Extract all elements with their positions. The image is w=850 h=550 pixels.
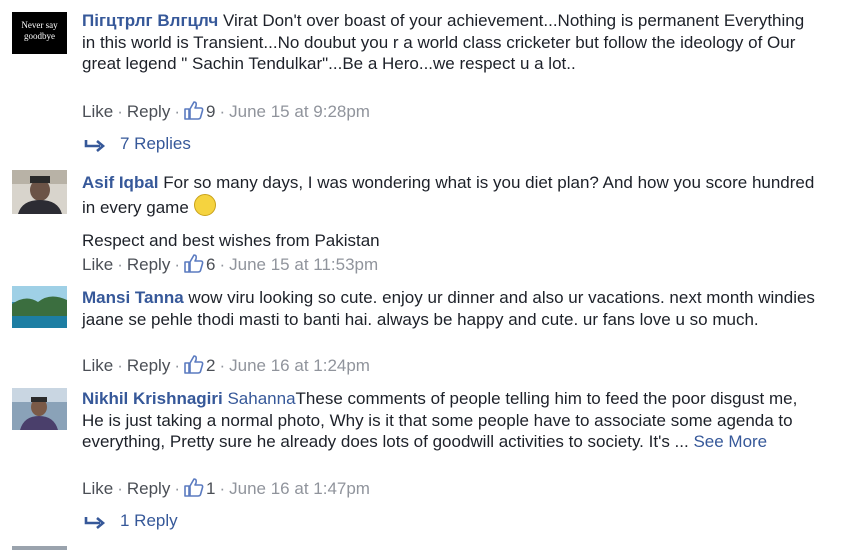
comment-timestamp[interactable]: June 16 at 1:47pm [229, 479, 370, 498]
avatar[interactable] [12, 286, 67, 328]
comment-actions: Like · Reply · 1 · June 16 at 1:47pm [82, 478, 370, 499]
comment-body: Пігцтрлг Влгцлч Virat Don't over boast o… [82, 10, 820, 75]
like-link[interactable]: Like [82, 356, 113, 375]
replies-count: 7 Replies [120, 134, 191, 153]
avatar-text-2: goodbye [24, 31, 55, 41]
thumbs-up-icon[interactable] [184, 478, 204, 497]
thumbs-up-icon[interactable] [184, 254, 204, 273]
avatar[interactable] [12, 388, 67, 430]
separator-dot: · [219, 356, 226, 375]
comment-body: Mansi Tanna wow viru looking so cute. en… [82, 287, 820, 330]
smile-emoji: 🙂 [193, 193, 216, 216]
reply-link[interactable]: Reply [127, 356, 170, 375]
reply-arrow-icon [84, 140, 106, 152]
comment-text: For so many days, I was wondering what i… [82, 173, 815, 217]
separator-dot: · [174, 102, 180, 121]
avatar[interactable]: Never say goodbye [12, 12, 67, 54]
comment-actions: Like · Reply · 6 · June 15 at 11:53pm [82, 254, 378, 275]
avatar[interactable] [12, 170, 67, 214]
separator-dot: · [219, 102, 226, 121]
avatar[interactable] [12, 546, 67, 550]
comment-text: wow viru looking so cute. enjoy ur dinne… [82, 288, 815, 329]
comment-author[interactable]: Пігцтрлг Влгцлч [82, 11, 218, 30]
like-link[interactable]: Like [82, 479, 113, 498]
comment-author[interactable]: Mansi Tanna [82, 288, 184, 307]
separator-dot: · [219, 255, 226, 274]
separator-dot: · [174, 255, 180, 274]
reply-link[interactable]: Reply [127, 479, 170, 498]
separator-dot: · [174, 479, 180, 498]
separator-dot: · [219, 479, 226, 498]
like-count[interactable]: 2 [206, 356, 215, 375]
separator-dot: · [174, 356, 180, 375]
avatar-photo [12, 286, 67, 328]
comment-actions: Like · Reply · 9 · June 15 at 9:28pm [82, 101, 370, 122]
avatar-photo [12, 170, 67, 214]
see-more-link[interactable]: See More [693, 432, 767, 451]
avatar-text-1: Never say [21, 20, 58, 30]
comment-timestamp[interactable]: June 16 at 1:24pm [229, 356, 370, 375]
comment-author[interactable]: Nikhil Krishnagiri [82, 389, 223, 408]
reply-link[interactable]: Reply [127, 255, 170, 274]
reply-arrow-icon [84, 517, 106, 529]
avatar-photo [12, 388, 67, 430]
like-link[interactable]: Like [82, 102, 113, 121]
separator-dot: · [117, 356, 123, 375]
replies-count: 1 Reply [120, 511, 178, 530]
like-count[interactable]: 9 [206, 102, 215, 121]
separator-dot: · [117, 102, 123, 121]
separator-dot: · [117, 479, 123, 498]
comment-actions: Like · Reply · 2 · June 16 at 1:24pm [82, 355, 370, 376]
reply-link[interactable]: Reply [127, 102, 170, 121]
view-replies-link[interactable]: 1 Reply [84, 511, 178, 531]
view-replies-link[interactable]: 7 Replies [84, 134, 191, 154]
comment-body: Asif Iqbal For so many days, I was wonde… [82, 172, 820, 252]
comment-author[interactable]: Asif Iqbal [82, 173, 159, 192]
like-count[interactable]: 6 [206, 255, 215, 274]
separator-dot: · [117, 255, 123, 274]
comment-body: Nikhil Krishnagiri SahannaThese comments… [82, 388, 820, 453]
thumbs-up-icon[interactable] [184, 101, 204, 120]
like-link[interactable]: Like [82, 255, 113, 274]
mention-tag[interactable]: Sahanna [223, 389, 295, 408]
comment-timestamp[interactable]: June 15 at 9:28pm [229, 102, 370, 121]
thumbs-up-icon[interactable] [184, 355, 204, 374]
comment-timestamp[interactable]: June 15 at 11:53pm [229, 255, 378, 274]
like-count[interactable]: 1 [206, 479, 215, 498]
comment-text-2: Respect and best wishes from Pakistan [82, 231, 380, 250]
